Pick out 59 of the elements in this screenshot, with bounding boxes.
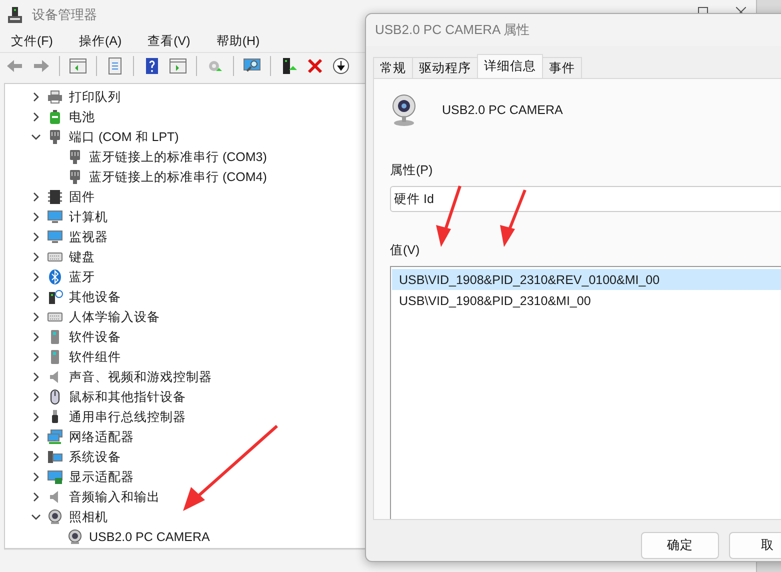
- tree-item[interactable]: 端口 (COM 和 LPT): [69, 128, 179, 146]
- menu-item[interactable]: 操作(A): [72, 32, 129, 50]
- computer-icon: [47, 449, 63, 465]
- tree-item[interactable]: 网络适配器: [69, 428, 134, 446]
- unknown-device-icon: [47, 289, 63, 305]
- tree-item[interactable]: USB2.0 PC CAMERA: [89, 530, 210, 544]
- tree-item[interactable]: 计算机: [69, 208, 108, 226]
- tree-item[interactable]: 音频输入和输出: [69, 488, 160, 506]
- tree-item[interactable]: 固件: [69, 188, 95, 206]
- tree-item[interactable]: 其他设备: [69, 288, 121, 306]
- tree-item[interactable]: 监视器: [69, 228, 108, 246]
- menu-item[interactable]: 查看(V): [140, 32, 198, 50]
- tree-item[interactable]: 键盘: [69, 248, 95, 266]
- property-label: 属性(P): [390, 162, 434, 179]
- download-icon[interactable]: [330, 55, 352, 77]
- port-icon: [47, 129, 63, 145]
- monitor-icon: [47, 229, 63, 245]
- dialog-title: USB2.0 PC CAMERA 属性: [366, 14, 781, 46]
- tree-item[interactable]: 蓝牙: [69, 268, 95, 286]
- printer-icon: [47, 89, 63, 105]
- menu-item[interactable]: 帮助(H): [209, 32, 267, 50]
- window-title: 设备管理器: [32, 6, 98, 24]
- network-icon: [47, 429, 63, 445]
- tab[interactable]: 常规: [373, 57, 413, 78]
- tab[interactable]: 事件: [542, 57, 582, 78]
- monitor-icon: [47, 209, 63, 225]
- ok-button[interactable]: 确定: [641, 532, 718, 559]
- bluetooth-icon: [47, 269, 63, 285]
- tree-item[interactable]: 人体学输入设备: [69, 308, 160, 326]
- battery-icon: [47, 109, 63, 125]
- tree-item[interactable]: 打印队列: [69, 88, 121, 106]
- tree-item[interactable]: 鼠标和其他指针设备: [69, 388, 186, 406]
- menu-item[interactable]: 文件(F): [4, 32, 60, 50]
- tree-item[interactable]: 通用串行总线控制器: [69, 408, 186, 426]
- value-label: 值(V): [390, 242, 421, 259]
- device-name: USB2.0 PC CAMERA: [442, 103, 563, 117]
- cancel-button[interactable]: 取: [728, 532, 781, 559]
- device-manager-icon: [6, 6, 24, 24]
- tree-item[interactable]: 显示适配器: [69, 468, 134, 486]
- tree-item[interactable]: 蓝牙链接上的标准串行 (COM4): [89, 168, 267, 186]
- webcam-icon: [67, 529, 83, 545]
- list-item[interactable]: USB\VID_1908&PID_2310&REV_0100&MI_00: [392, 269, 781, 290]
- port-icon: [67, 149, 83, 165]
- tree-item[interactable]: 系统设备: [69, 448, 121, 466]
- chip-icon: [47, 189, 63, 205]
- annotation-arrow: [436, 186, 462, 247]
- tree-item[interactable]: 电池: [69, 108, 95, 126]
- tree-item[interactable]: 声音、视频和游戏控制器: [69, 368, 212, 386]
- tree-item[interactable]: 软件设备: [69, 328, 121, 346]
- port-icon: [67, 169, 83, 185]
- webcam-icon: [47, 509, 63, 525]
- annotation-arrow: [500, 189, 526, 247]
- tree-item[interactable]: 软件组件: [69, 348, 121, 366]
- property-dropdown[interactable]: 硬件 Id: [390, 186, 781, 212]
- display-adapter-icon: [47, 469, 63, 485]
- tab[interactable]: 详细信息: [477, 54, 543, 78]
- tree-item[interactable]: 蓝牙链接上的标准串行 (COM3): [89, 148, 267, 166]
- tree-item[interactable]: 照相机: [69, 508, 108, 526]
- list-item[interactable]: USB\VID_1908&PID_2310&MI_00: [392, 290, 781, 311]
